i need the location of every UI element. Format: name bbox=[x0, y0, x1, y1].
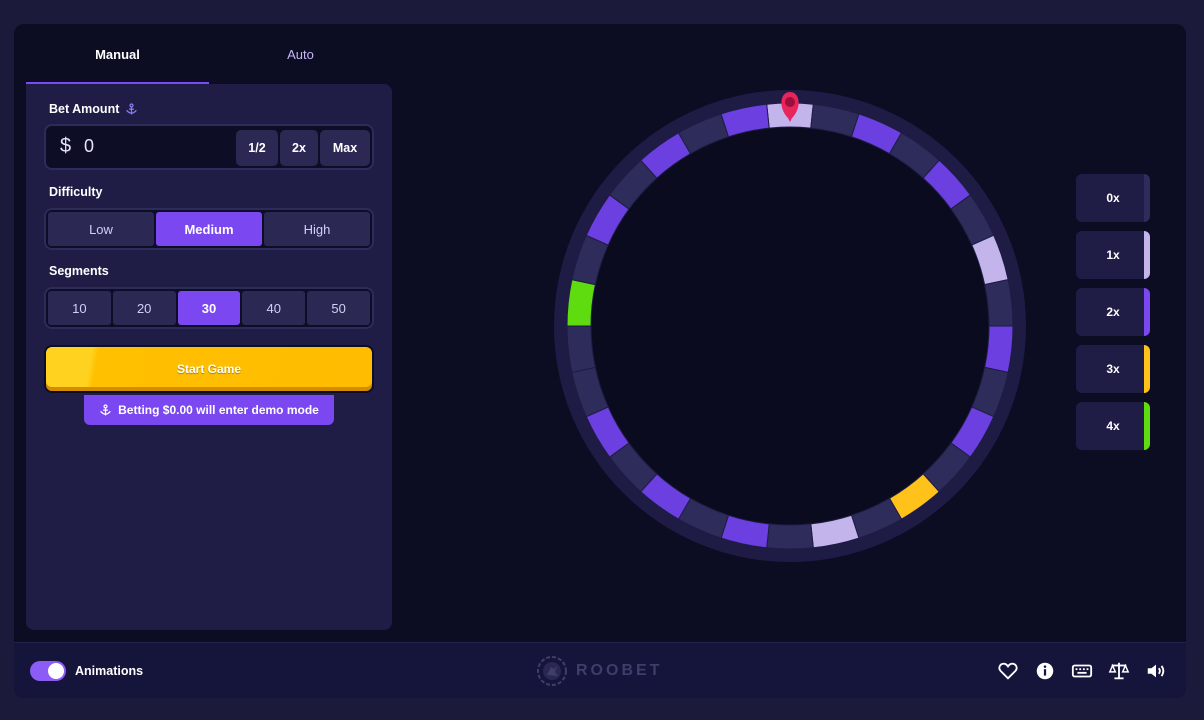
control-panel: Bet Amount $ 0 1/2 2x Max Difficulty Low… bbox=[26, 84, 392, 630]
wheel-segment bbox=[566, 325, 596, 373]
difficulty-medium[interactable]: Medium bbox=[156, 212, 262, 246]
wheel-segment bbox=[984, 325, 1014, 373]
bet-amount-field[interactable]: $ 0 1/2 2x Max bbox=[44, 124, 374, 170]
demo-mode-text: Betting $0.00 will enter demo mode bbox=[118, 403, 319, 417]
segments-40[interactable]: 40 bbox=[242, 291, 306, 325]
multiplier-1x: 1x bbox=[1076, 231, 1150, 279]
keyboard-icon[interactable] bbox=[1071, 660, 1093, 682]
segments-30[interactable]: 30 bbox=[177, 291, 241, 325]
bet-amount-label: Bet Amount bbox=[49, 102, 120, 116]
mode-tabs: Manual Auto bbox=[26, 24, 392, 84]
animations-label: Animations bbox=[75, 664, 144, 678]
demo-anchor-icon bbox=[100, 403, 111, 415]
max-bet-button[interactable]: Max bbox=[320, 130, 370, 166]
segments-50[interactable]: 50 bbox=[307, 291, 370, 325]
segments-label: Segments bbox=[49, 264, 109, 278]
wheel-segment bbox=[566, 279, 596, 327]
segments-20[interactable]: 20 bbox=[112, 291, 176, 325]
kangaroo-logo-icon bbox=[537, 656, 567, 686]
start-game-button[interactable]: Start Game bbox=[44, 345, 374, 393]
multiplier-color-bar bbox=[1144, 231, 1150, 279]
scale-icon[interactable] bbox=[1108, 660, 1130, 682]
demo-mode-notice: Betting $0.00 will enter demo mode bbox=[84, 395, 334, 425]
footer-bar: Animations ROOBET bbox=[14, 642, 1186, 698]
brand-name: ROOBET bbox=[576, 662, 663, 679]
multiplier-color-bar bbox=[1144, 174, 1150, 222]
wheel-center bbox=[590, 126, 990, 526]
wheel-segment bbox=[766, 523, 814, 550]
heart-icon[interactable] bbox=[997, 660, 1019, 682]
game-frame: Manual Auto Bet Amount $ 0 1/2 2x Max Di… bbox=[14, 24, 1186, 698]
multiplier-4x: 4x bbox=[1076, 402, 1150, 450]
bet-amount-input[interactable]: 0 bbox=[84, 136, 94, 157]
tab-manual[interactable]: Manual bbox=[26, 24, 209, 84]
animations-toggle[interactable] bbox=[30, 661, 66, 681]
multiplier-color-bar bbox=[1144, 402, 1150, 450]
multiplier-3x: 3x bbox=[1076, 345, 1150, 393]
segments-10[interactable]: 10 bbox=[48, 291, 111, 325]
double-bet-button[interactable]: 2x bbox=[280, 130, 318, 166]
difficulty-label: Difficulty bbox=[49, 185, 103, 199]
multiplier-label: 0x bbox=[1106, 191, 1120, 205]
currency-symbol: $ bbox=[60, 135, 72, 157]
multiplier-color-bar bbox=[1144, 288, 1150, 336]
roobet-logo: ROOBET bbox=[536, 655, 662, 687]
multiplier-color-bar bbox=[1144, 345, 1150, 393]
wheel-segment bbox=[984, 279, 1014, 327]
difficulty-selector: Low Medium High bbox=[44, 208, 374, 250]
bet-amount-heading: Bet Amount bbox=[49, 102, 138, 116]
tab-auto[interactable]: Auto bbox=[209, 24, 392, 84]
info-icon[interactable] bbox=[1034, 660, 1056, 682]
multiplier-label: 2x bbox=[1106, 305, 1120, 319]
demo-anchor-icon bbox=[126, 102, 138, 114]
multiplier-2x: 2x bbox=[1076, 288, 1150, 336]
half-bet-button[interactable]: 1/2 bbox=[236, 130, 278, 166]
volume-icon[interactable] bbox=[1145, 660, 1167, 682]
difficulty-high[interactable]: High bbox=[264, 212, 370, 246]
segments-selector: 10 20 30 40 50 bbox=[44, 287, 374, 329]
multiplier-label: 4x bbox=[1106, 419, 1120, 433]
toggle-knob bbox=[48, 663, 64, 679]
multiplier-0x: 0x bbox=[1076, 174, 1150, 222]
multiplier-label: 3x bbox=[1106, 362, 1120, 376]
difficulty-low[interactable]: Low bbox=[48, 212, 154, 246]
wheel bbox=[554, 90, 1026, 562]
multiplier-label: 1x bbox=[1106, 248, 1120, 262]
